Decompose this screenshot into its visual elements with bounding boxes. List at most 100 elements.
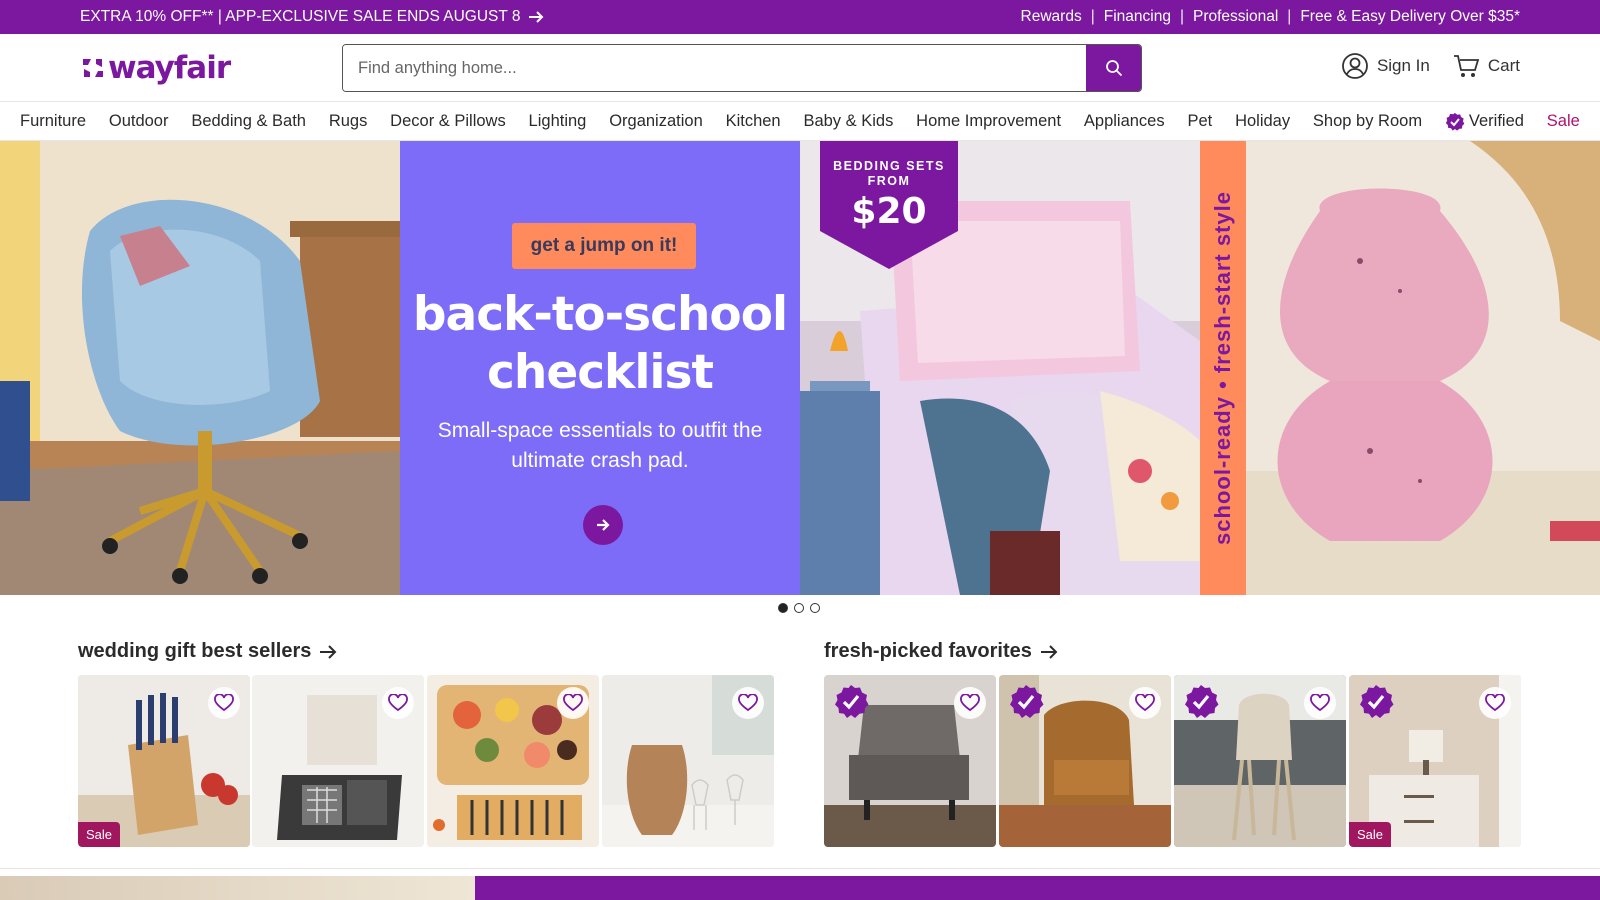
product-tile-towel-set[interactable]: [252, 675, 424, 847]
nav-furniture[interactable]: Furniture: [20, 112, 86, 131]
heart-icon: [563, 694, 583, 712]
hero-chip: get a jump on it!: [512, 223, 696, 269]
next-banner-image[interactable]: [0, 876, 475, 900]
hero-carousel[interactable]: get a jump on it! back-to-school checkli…: [0, 141, 1600, 595]
next-banner-panel[interactable]: [475, 876, 1600, 900]
verified-badge-icon: [1185, 685, 1219, 718]
nav-bedding-bath[interactable]: Bedding & Bath: [191, 112, 306, 131]
hero-image-lamp[interactable]: [1200, 141, 1600, 595]
carousel-dot-1[interactable]: [778, 603, 788, 613]
nav-pet[interactable]: Pet: [1187, 112, 1212, 131]
product-tile-vase-glasses[interactable]: [602, 675, 774, 847]
promo-link[interactable]: EXTRA 10% OFF** | APP-EXCLUSIVE SALE END…: [80, 8, 544, 26]
heart-icon: [960, 694, 980, 712]
nav-baby-kids[interactable]: Baby & Kids: [803, 112, 893, 131]
verified-badge-icon: [1010, 685, 1044, 718]
fresh-section-title[interactable]: fresh-picked favorites: [824, 640, 1058, 663]
product-tile-knife-block[interactable]: Sale: [78, 675, 250, 847]
sign-in-button[interactable]: Sign In: [1341, 52, 1430, 80]
hero-arrow-button[interactable]: [583, 505, 623, 545]
lamp-illustration: [1200, 141, 1600, 595]
favorite-button[interactable]: [1129, 687, 1161, 719]
heart-icon: [738, 694, 758, 712]
carousel-dot-2[interactable]: [794, 603, 804, 613]
badge-line2: FROM: [867, 174, 911, 188]
arrow-right-icon: [529, 11, 544, 23]
cart-label: Cart: [1487, 56, 1520, 75]
favorite-button[interactable]: [732, 687, 764, 719]
rewards-link[interactable]: Rewards: [1021, 8, 1082, 26]
heart-icon: [388, 694, 408, 712]
hero-title-line2: checklist: [487, 345, 714, 400]
hero-promo-panel: get a jump on it! back-to-school checkli…: [400, 141, 800, 595]
arrow-right-icon: [597, 519, 610, 531]
promo-bar: EXTRA 10% OFF** | APP-EXCLUSIVE SALE END…: [0, 0, 1600, 34]
nav-outdoor[interactable]: Outdoor: [109, 112, 169, 131]
nav-rugs[interactable]: Rugs: [329, 112, 368, 131]
nav-sale[interactable]: Sale: [1547, 112, 1580, 131]
hero-title: back-to-school checklist: [400, 286, 800, 402]
nav-shop-by-room[interactable]: Shop by Room: [1313, 112, 1422, 131]
arrow-right-icon: [1040, 644, 1058, 659]
sign-in-label: Sign In: [1376, 56, 1430, 75]
favorite-button[interactable]: [382, 687, 414, 719]
favorite-button[interactable]: [1479, 687, 1511, 719]
cart-button[interactable]: Cart: [1452, 52, 1520, 80]
carousel-dots: [778, 603, 820, 613]
hero-title-line1: back-to-school: [412, 287, 788, 342]
wayfair-logo[interactable]: wayfair: [80, 50, 231, 86]
badge-line1: BEDDING SETS: [833, 159, 945, 173]
favorite-button[interactable]: [1304, 687, 1336, 719]
financing-link[interactable]: Financing: [1104, 8, 1171, 26]
promo-text[interactable]: EXTRA 10% OFF** | APP-EXCLUSIVE SALE END…: [80, 8, 520, 26]
search-button[interactable]: [1086, 45, 1141, 91]
heart-icon: [1135, 694, 1155, 712]
nav-verified-label: Verified: [1468, 112, 1524, 130]
office-chair-illustration: [0, 141, 400, 595]
user-icon: [1342, 53, 1368, 79]
heart-icon: [1310, 694, 1330, 712]
favorite-button[interactable]: [208, 687, 240, 719]
heart-icon: [1485, 694, 1505, 712]
nav-kitchen[interactable]: Kitchen: [726, 112, 781, 131]
cart-icon: [1453, 55, 1480, 77]
professional-link[interactable]: Professional: [1193, 8, 1278, 26]
product-tile-charcuterie-board[interactable]: [427, 675, 599, 847]
logo-text: wayfair: [108, 50, 231, 86]
nav-home-improvement[interactable]: Home Improvement: [916, 112, 1061, 131]
delivery-link[interactable]: Free & Easy Delivery Over $35*: [1300, 8, 1520, 26]
sale-badge: Sale: [1349, 822, 1392, 847]
hero-vertical-text: school-ready • fresh-start style: [1210, 191, 1235, 545]
favorite-button[interactable]: [954, 687, 986, 719]
carousel-dot-3[interactable]: [810, 603, 820, 613]
nav-lighting[interactable]: Lighting: [529, 112, 587, 131]
verified-badge-icon: [1445, 112, 1465, 131]
hero-image-chair[interactable]: [0, 141, 400, 595]
nav-decor-pillows[interactable]: Decor & Pillows: [390, 112, 506, 131]
wedding-title-text: wedding gift best sellers: [78, 640, 312, 662]
product-tile-bar-stool[interactable]: [1174, 675, 1346, 847]
sale-badge: Sale: [78, 822, 121, 847]
product-tile-armchair[interactable]: [824, 675, 996, 847]
nav-appliances[interactable]: Appliances: [1084, 112, 1165, 131]
favorite-button[interactable]: [557, 687, 589, 719]
heart-icon: [214, 694, 234, 712]
price-badge-value: $20: [851, 191, 927, 232]
search-bar: [342, 44, 1142, 92]
nav-verified[interactable]: Verified: [1445, 112, 1524, 132]
search-icon: [1105, 60, 1122, 77]
arrow-right-icon: [320, 644, 337, 659]
product-tile-nightstand[interactable]: Sale: [1349, 675, 1521, 847]
verified-badge-icon: [835, 685, 869, 718]
nav-organization[interactable]: Organization: [609, 112, 703, 131]
category-nav: Furniture Outdoor Bedding & Bath Rugs De…: [0, 103, 1600, 141]
price-badge-caption: BEDDING SETS FROM: [820, 159, 958, 189]
hero-subtitle: Small-space essentials to outfit the ult…: [437, 419, 763, 472]
wedding-section-title[interactable]: wedding gift best sellers: [78, 640, 337, 663]
search-input[interactable]: [343, 45, 1086, 91]
hero-image-bedding[interactable]: BEDDING SETS FROM $20: [800, 141, 1200, 595]
header: wayfair Sign In Cart: [0, 34, 1600, 102]
logo-pinwheel-icon: [83, 59, 103, 77]
nav-holiday[interactable]: Holiday: [1235, 112, 1290, 131]
product-tile-swivel-chair[interactable]: [999, 675, 1171, 847]
